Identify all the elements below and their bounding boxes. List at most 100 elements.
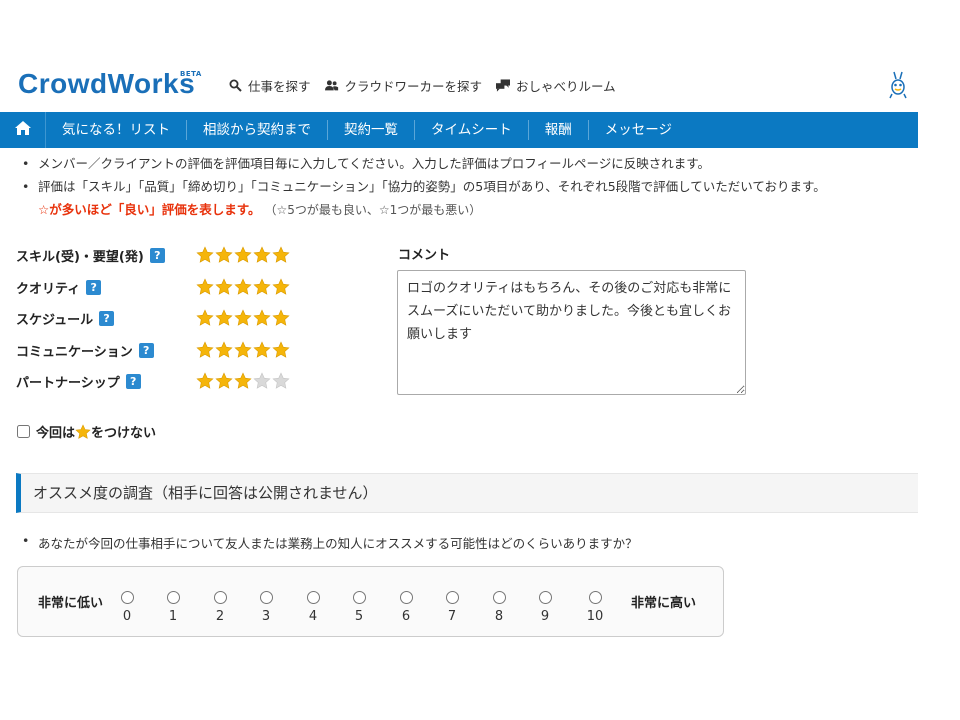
star-empty-icon[interactable] [272, 372, 290, 390]
scale-number: 0 [122, 609, 132, 624]
crowdworks-logo[interactable]: CrowdWorks [18, 68, 195, 100]
scale-option[interactable]: 6 [394, 591, 418, 624]
star-filled-icon[interactable] [215, 340, 233, 359]
no-star-label: 今回は をつけない [36, 422, 156, 441]
star-filled-icon[interactable] [253, 277, 271, 296]
scale-option[interactable]: 9 [533, 591, 557, 624]
help-icon[interactable]: ? [125, 374, 141, 390]
nav-home-button[interactable] [0, 112, 46, 148]
scale-option[interactable]: 3 [254, 591, 278, 624]
star-rating [196, 309, 290, 327]
instruction-line: 評価は「スキル」「品質」「締め切り」「コミュニケーション」「協力的姿勢」の5項目… [22, 175, 922, 198]
scale-radio[interactable] [259, 591, 273, 604]
chat-room-link[interactable]: おしゃべりルーム [496, 76, 616, 95]
scale-option[interactable]: 2 [208, 591, 232, 624]
find-jobs-label: 仕事を探す [248, 79, 311, 94]
scale-number: 7 [447, 609, 457, 624]
star-filled-icon[interactable] [234, 340, 252, 359]
scale-number: 4 [308, 609, 318, 624]
emphasis-text: ☆が多いほど「良い」評価を表します。 [38, 202, 261, 217]
scale-radio[interactable] [399, 591, 413, 604]
star-filled-icon[interactable] [234, 277, 252, 296]
star-filled-icon[interactable] [234, 246, 252, 264]
star-filled-icon[interactable] [234, 372, 252, 390]
scale-radio[interactable] [166, 591, 180, 604]
scale-option[interactable]: 0 [115, 591, 139, 624]
star-filled-icon[interactable] [253, 246, 271, 264]
no-star-option[interactable]: 今回は をつけない [17, 422, 156, 441]
scale-low-label: 非常に低い [38, 596, 104, 611]
scale-option[interactable]: 7 [440, 591, 464, 624]
star-filled-icon[interactable] [272, 309, 290, 327]
nav-item-timesheet[interactable]: タイムシート [415, 120, 529, 140]
rating-label: スケジュール ? [16, 309, 115, 328]
star-filled-icon[interactable] [253, 309, 271, 327]
nav-item-contracts[interactable]: 契約一覧 [328, 120, 415, 140]
scale-option[interactable]: 4 [301, 591, 325, 624]
star-filled-icon[interactable] [196, 277, 214, 296]
scale-radio[interactable] [352, 591, 366, 604]
star-filled-icon[interactable] [215, 309, 233, 327]
rating-label: パートナーシップ ? [16, 372, 141, 391]
rating-row-partnership: パートナーシップ ? [16, 366, 316, 398]
rating-label: コミュニケーション ? [16, 341, 154, 360]
scale-radio[interactable] [120, 591, 134, 604]
star-filled-icon[interactable] [253, 340, 271, 359]
rating-row-schedule: スケジュール ? [16, 303, 316, 335]
nav-item-payment[interactable]: 報酬 [529, 120, 589, 140]
scale-radio[interactable] [588, 591, 602, 604]
star-filled-icon[interactable] [196, 309, 214, 327]
help-icon[interactable]: ? [86, 279, 102, 295]
comment-textarea[interactable] [397, 270, 746, 395]
star-icon [75, 424, 91, 439]
search-icon [228, 79, 242, 93]
scale-option[interactable]: 8 [487, 591, 511, 624]
rating-label-text: パートナーシップ [16, 376, 120, 392]
rating-label-text: クオリティ [16, 281, 81, 297]
no-star-checkbox[interactable] [17, 425, 30, 438]
nav-item-favorites[interactable]: 気になる！リスト [46, 120, 187, 140]
star-filled-icon[interactable] [272, 246, 290, 264]
scale-number: 9 [540, 609, 550, 624]
users-icon [324, 79, 339, 93]
star-filled-icon[interactable] [215, 246, 233, 264]
help-icon[interactable]: ? [138, 342, 154, 358]
help-icon[interactable]: ? [99, 311, 115, 327]
star-filled-icon[interactable] [196, 372, 214, 390]
rating-row-quality: クオリティ ? [16, 272, 316, 304]
scale-option[interactable]: 5 [347, 591, 371, 624]
comment-label: コメント [398, 248, 451, 263]
mascot-avatar-icon[interactable] [886, 70, 910, 100]
scale-radio[interactable] [492, 591, 506, 604]
no-star-prefix: 今回は [36, 426, 76, 441]
site-header: CrowdWorks BETA 仕事を探す クラウドワーカーを探す おしゃべりル… [0, 60, 960, 112]
scale-radio[interactable] [445, 591, 459, 604]
find-workers-link[interactable]: クラウドワーカーを探す [324, 76, 482, 95]
no-star-suffix: をつけない [91, 426, 157, 441]
star-filled-icon[interactable] [196, 246, 214, 264]
star-filled-icon[interactable] [196, 340, 214, 359]
scale-radio[interactable] [538, 591, 552, 604]
scale-radio[interactable] [213, 591, 227, 604]
nav-item-consult-to-contract[interactable]: 相談から契約まで [187, 120, 328, 140]
chat-icon [496, 78, 511, 93]
header-links: 仕事を探す クラウドワーカーを探す おしゃべりルーム [228, 76, 616, 95]
scale-option[interactable]: 10 [583, 591, 607, 624]
star-filled-icon[interactable] [234, 309, 252, 327]
star-filled-icon[interactable] [272, 277, 290, 296]
nav-item-messages[interactable]: メッセージ [589, 120, 688, 140]
help-icon[interactable]: ? [149, 248, 165, 264]
star-filled-icon[interactable] [272, 340, 290, 359]
chat-room-label: おしゃべりルーム [516, 79, 616, 94]
star-filled-icon[interactable] [215, 372, 233, 390]
rating-row-skill: スキル(受)・要望(発) ? [16, 240, 316, 272]
star-empty-icon[interactable] [253, 372, 271, 390]
star-filled-icon[interactable] [215, 277, 233, 296]
star-rating [196, 340, 290, 359]
scale-option[interactable]: 1 [161, 591, 185, 624]
rating-label-text: コミュニケーション [16, 344, 133, 360]
find-jobs-link[interactable]: 仕事を探す [228, 76, 311, 95]
scale-number: 8 [494, 609, 504, 624]
survey-question: あなたが今回の仕事相手について友人または業務上の知人にオススメする可能性はどのく… [22, 533, 638, 552]
scale-radio[interactable] [306, 591, 320, 604]
